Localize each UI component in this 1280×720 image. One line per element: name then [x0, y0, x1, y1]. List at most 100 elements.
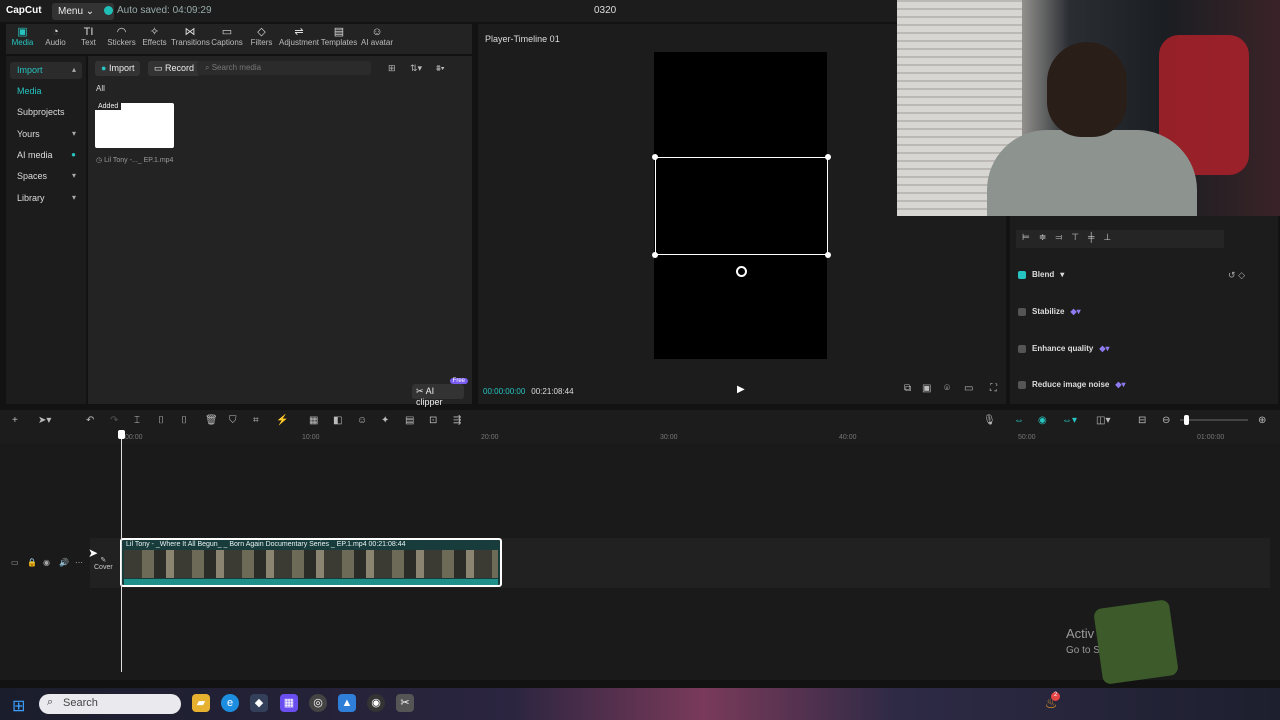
- resize-handle[interactable]: [652, 154, 658, 160]
- zoom-slider[interactable]: [1180, 415, 1248, 425]
- chrome-icon[interactable]: ◎: [309, 694, 327, 712]
- taskbar-search[interactable]: ⌕ Search: [39, 694, 181, 714]
- tab-media[interactable]: ▣ Media: [6, 24, 39, 54]
- split-right-icon[interactable]: ⌷: [181, 415, 187, 426]
- filter-icon[interactable]: ⩩▾: [436, 63, 445, 74]
- redo-icon[interactable]: ↷: [110, 415, 118, 426]
- align-center-icon[interactable]: ≑: [1039, 232, 1047, 246]
- select-tool-icon[interactable]: ➤▾: [38, 415, 51, 426]
- quality-icon[interactable]: ▣: [922, 383, 931, 394]
- link-icon[interactable]: ⇔: [1014, 415, 1024, 426]
- volume-icon[interactable]: 🔊: [59, 558, 69, 567]
- tab-transitions[interactable]: ⋈ Transitions: [171, 24, 210, 54]
- checkbox-icon[interactable]: [1018, 344, 1026, 353]
- mark-icon[interactable]: ⛉: [229, 415, 237, 426]
- edge-icon[interactable]: e: [221, 694, 239, 712]
- preview-axis-icon[interactable]: ◫▾: [1096, 415, 1110, 426]
- obs-icon[interactable]: ◉: [367, 694, 385, 712]
- photos-icon[interactable]: ▲: [338, 694, 356, 712]
- crop-icon[interactable]: ⧉: [904, 383, 911, 394]
- eye-icon[interactable]: ◉: [43, 558, 50, 567]
- undo-icon[interactable]: ↶: [86, 415, 94, 426]
- import-button[interactable]: ● Import: [95, 61, 141, 76]
- fullscreen-icon[interactable]: ⛶: [990, 383, 997, 394]
- zoom-slider-thumb[interactable]: [1184, 415, 1189, 425]
- track-preview-icon[interactable]: ▭: [11, 558, 19, 567]
- lock-icon[interactable]: 🔒: [27, 558, 37, 567]
- project-title[interactable]: 0320: [594, 5, 616, 16]
- subtitle-icon[interactable]: ▤: [405, 415, 414, 426]
- resize-handle[interactable]: [825, 154, 831, 160]
- align-top-icon[interactable]: ⊤: [1071, 232, 1079, 246]
- resize-handle[interactable]: [652, 252, 658, 258]
- checkbox-checked-icon[interactable]: [1018, 270, 1026, 279]
- ratio-icon[interactable]: ▭: [964, 383, 973, 394]
- reduce-noise-option[interactable]: Reduce image noise ◆▾: [1018, 380, 1126, 389]
- zoom-out-icon[interactable]: ⊖: [1162, 415, 1170, 426]
- delete-icon[interactable]: 🗑: [205, 415, 218, 426]
- tab-templates[interactable]: ▤ Templates: [320, 24, 358, 54]
- tab-audio[interactable]: ◔ Audio: [39, 24, 72, 54]
- magnet-icon[interactable]: ◉: [1038, 415, 1047, 426]
- nav-yours[interactable]: Yours ▾: [10, 126, 82, 143]
- tab-stickers[interactable]: ◠ Stickers: [105, 24, 138, 54]
- capcut-icon[interactable]: ✂: [396, 694, 414, 712]
- align-right-icon[interactable]: ⫤: [1055, 232, 1062, 246]
- tab-text[interactable]: TI Text: [72, 24, 105, 54]
- playhead[interactable]: [121, 430, 122, 672]
- nav-media[interactable]: Media: [10, 83, 82, 100]
- tab-filters[interactable]: ◇ Filters: [245, 24, 278, 54]
- stabilize-option[interactable]: Stabilize ◆▾: [1018, 307, 1081, 316]
- add-icon[interactable]: +: [12, 415, 18, 426]
- ai-clipper-button[interactable]: ✂ AI clipper Free: [412, 378, 468, 407]
- media-thumbnail[interactable]: Added: [95, 103, 174, 148]
- align-middle-icon[interactable]: ╪: [1088, 232, 1094, 246]
- blend-option[interactable]: Blend ▾: [1018, 270, 1064, 279]
- image-icon[interactable]: ⊡: [429, 415, 437, 426]
- app-icon[interactable]: ▦: [280, 694, 298, 712]
- keyframe-icon[interactable]: ◇: [1238, 270, 1245, 280]
- crop-icon[interactable]: ⌗: [253, 415, 259, 426]
- reset-icon[interactable]: ↺: [1228, 270, 1236, 280]
- record-button[interactable]: ▭ Record: [148, 61, 201, 76]
- more-icon[interactable]: ⋯: [75, 558, 83, 567]
- video-clip[interactable]: Lil Tony - _Where It All Begun_ _ Born A…: [120, 538, 502, 587]
- checkbox-icon[interactable]: [1018, 307, 1026, 316]
- nav-import[interactable]: Import ▴: [10, 62, 82, 79]
- align-left-icon[interactable]: ⊨: [1022, 232, 1030, 246]
- mirror-icon[interactable]: ◧: [333, 415, 342, 426]
- grid-view-icon[interactable]: ⊞: [388, 63, 396, 74]
- tab-adjustment[interactable]: ⇌ Adjustment: [278, 24, 320, 54]
- focus-icon[interactable]: ⌾: [944, 383, 950, 394]
- playhead-handle[interactable]: [118, 430, 125, 439]
- file-explorer-icon[interactable]: ▰: [192, 694, 210, 712]
- microphone-icon[interactable]: 🎙: [983, 415, 996, 426]
- filter-all[interactable]: All: [96, 84, 105, 93]
- motion-icon[interactable]: ⇶: [453, 415, 461, 426]
- app-icon[interactable]: ◆: [250, 694, 268, 712]
- speed-icon[interactable]: ⚡: [276, 415, 288, 426]
- split-left-icon[interactable]: ⌷: [158, 415, 164, 426]
- magic-icon[interactable]: ✦: [381, 415, 389, 426]
- nav-library[interactable]: Library ▾: [10, 190, 82, 207]
- nav-ai-media[interactable]: AI media ●: [10, 147, 82, 164]
- split-icon[interactable]: ⌶: [134, 415, 140, 426]
- timeline-ruler[interactable]: 00:00 10:00 20:00 30:00 40:00 50:00 01:0…: [0, 430, 1280, 444]
- sort-icon[interactable]: ⇅▾: [410, 63, 422, 74]
- selection-box[interactable]: [652, 154, 831, 258]
- play-icon[interactable]: ▶: [737, 384, 745, 395]
- rotate-handle-icon[interactable]: [736, 266, 747, 277]
- resize-handle[interactable]: [825, 252, 831, 258]
- zoom-in-icon[interactable]: ⊕: [1258, 415, 1266, 426]
- windows-start-icon[interactable]: ⊞: [12, 696, 25, 716]
- enhance-quality-option[interactable]: Enhance quality ◆▾: [1018, 344, 1110, 353]
- checkbox-icon[interactable]: [1018, 380, 1026, 389]
- search-media-input[interactable]: ⌕ Search media: [197, 61, 371, 75]
- nav-subprojects[interactable]: Subprojects: [10, 104, 82, 121]
- fit-icon[interactable]: ⊟: [1138, 415, 1146, 426]
- tab-effects[interactable]: ✧ Effects: [138, 24, 171, 54]
- snap-icon[interactable]: ⇔▾: [1062, 415, 1077, 426]
- tab-ai-avatar[interactable]: ☺ AI avatar: [358, 24, 396, 54]
- tab-captions[interactable]: ▭ Captions: [209, 24, 245, 54]
- avatar-icon[interactable]: ☺: [357, 415, 367, 426]
